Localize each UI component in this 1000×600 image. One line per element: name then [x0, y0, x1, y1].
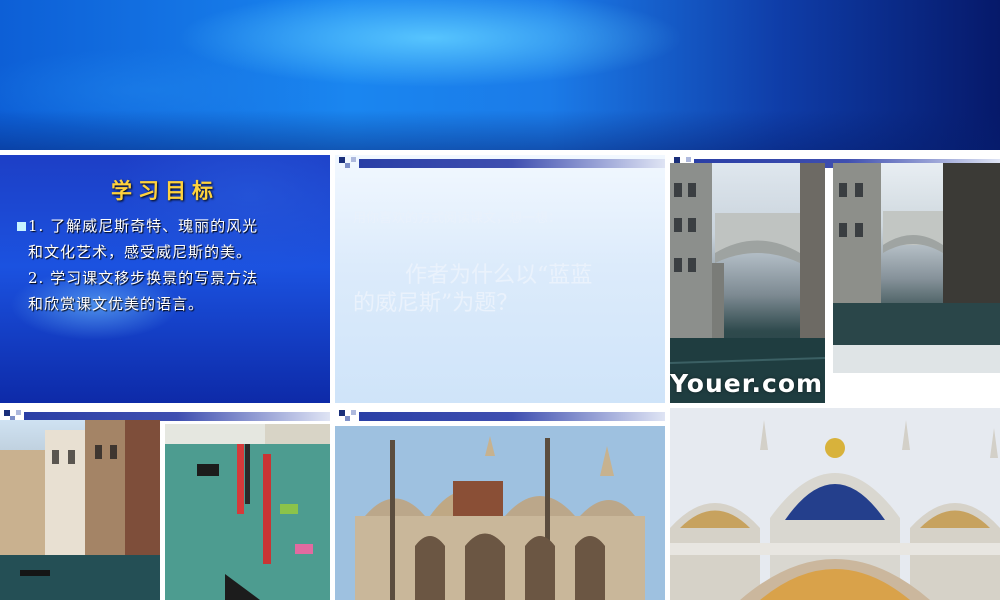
reading-instruction: 用你喜欢的方式阅读课文，想一想： — [353, 211, 562, 226]
question-line-2: 的威尼斯”为题？ — [353, 291, 519, 316]
corner-squares-icon — [335, 155, 665, 173]
slide-learning-objectives[interactable]: 学习目标 1. 了解威尼斯奇特、瑰丽的风光 和文化艺术，感受威尼斯的美。 2. … — [0, 155, 330, 403]
slide-reading-question[interactable]: 用你喜欢的方式阅读课文，想一想： 作者为什么以“蓝蓝 的威尼斯”为题？ — [335, 155, 665, 403]
slide-st-marks-basilica[interactable] — [335, 408, 665, 600]
canal-houses-photo — [0, 420, 160, 600]
bridge-canal-photo-right — [833, 163, 1000, 373]
corner-squares-icon — [335, 408, 665, 426]
objective-line-4: 和欣赏课文优美的语言。 — [28, 295, 205, 313]
bridge-canal-photo-left — [670, 163, 825, 403]
top-banner — [0, 0, 1000, 150]
watermark-text: Youer.com — [670, 369, 824, 398]
slide-bridge-of-sighs[interactable]: Youer.com — [670, 155, 1000, 403]
objectives-heading: 学习目标 — [111, 178, 219, 203]
slide-canal-photos[interactable] — [0, 408, 330, 600]
facade-detail-photo — [670, 408, 1000, 600]
gondola-mooring-photo — [165, 424, 330, 600]
bullet-square-icon — [17, 222, 26, 231]
objective-line-3: 2. 学习课文移步换景的写景方法 — [28, 269, 259, 287]
slide-facade-detail[interactable] — [670, 408, 1000, 600]
objective-line-2: 和文化艺术，感受威尼斯的美。 — [28, 243, 253, 261]
objective-line-1: 1. 了解威尼斯奇特、瑰丽的风光 — [28, 217, 259, 235]
basilica-photo — [335, 426, 665, 600]
